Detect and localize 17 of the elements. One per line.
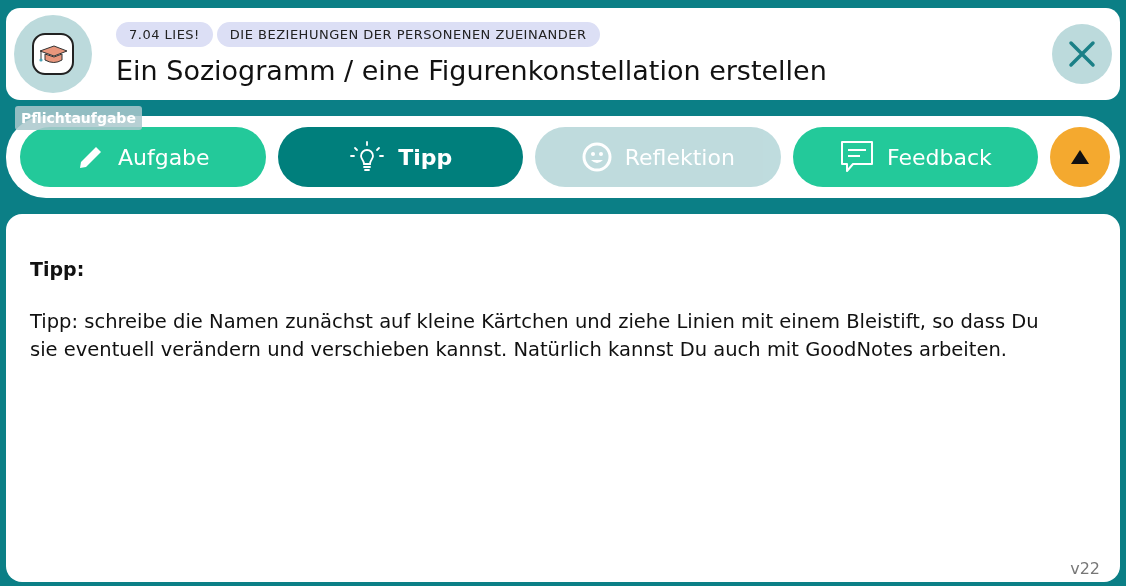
close-button[interactable] (1052, 24, 1112, 84)
collapse-button[interactable] (1050, 127, 1111, 187)
close-icon (1067, 39, 1097, 69)
section-heading: Tipp: (30, 258, 86, 280)
light-bulb-icon (348, 140, 387, 174)
tip-text: Tipp: schreibe die Namen zunächst auf kleine Kärtchen und ziehe Linien mit einem Bleistift, so dass Du sie eventuell verändern und verschieben kannst. Natürlich kannst Du auch mit GoodNotes arbeiten. (30, 309, 1040, 363)
breadcrumb-tag: DIE BEZIEHUNGEN DER PERSONENEN ZUEINANDER (216, 22, 600, 47)
speech-bubble-icon (838, 139, 875, 175)
tab[interactable]: Feedback (792, 127, 1039, 187)
tab[interactable]: Tipp (277, 127, 524, 187)
tab[interactable]: Aufgabe (20, 127, 266, 187)
version-label: v22 (1070, 559, 1100, 578)
breadcrumb-tag: 7.04 LIES! (116, 22, 213, 47)
page-title: Ein Soziogramm / eine Figurenkonstellation erstellen (116, 55, 828, 86)
required-badge: Pflichtaufgabe (15, 106, 142, 130)
triangle-up-icon (1071, 150, 1090, 164)
smiley-icon (580, 141, 613, 173)
